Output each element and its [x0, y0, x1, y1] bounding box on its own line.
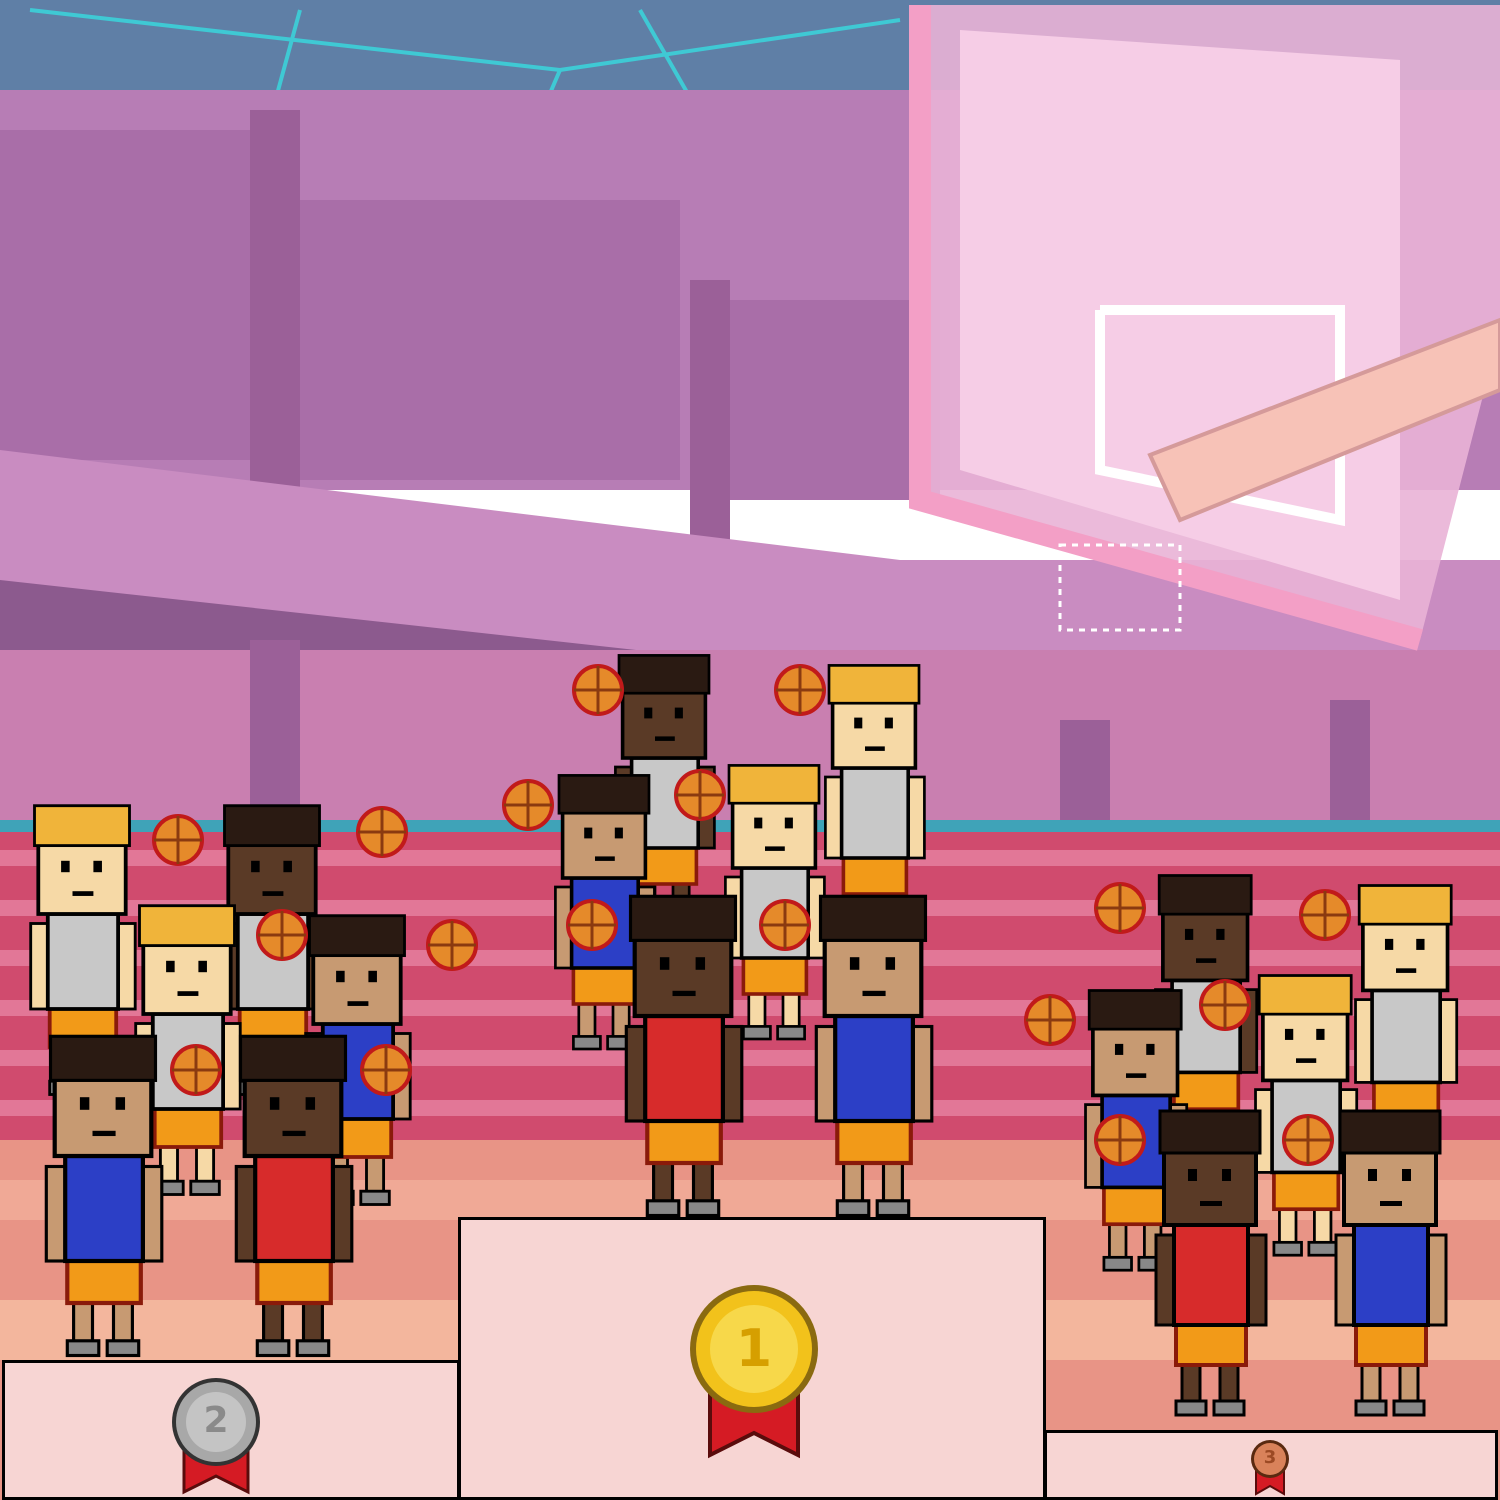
basketball-icon: [774, 664, 826, 716]
basketball-icon: [759, 899, 811, 951]
bronze-medal-icon: 3: [1250, 1440, 1290, 1496]
basketball-icon: [170, 1044, 222, 1096]
basketball-icon: [360, 1044, 412, 1096]
game-scene: 1 2 3: [0, 0, 1500, 1500]
second-team-player-front-1: [44, 1034, 164, 1358]
basketball-icon: [572, 664, 624, 716]
gold-medal-place: 1: [735, 1319, 773, 1379]
basketball-icon: [356, 806, 408, 858]
basketball-hoop: [909, 5, 1500, 651]
basketball-icon: [502, 779, 554, 831]
basketball-icon: [426, 919, 478, 971]
third-place-team: [1024, 874, 1459, 1417]
basketball-icon: [1094, 1114, 1146, 1166]
third-team-player-front-1: [1154, 1109, 1268, 1417]
second-team-player-front-2: [234, 1034, 354, 1358]
second-place-team: [29, 804, 478, 1358]
basketball-icon: [1282, 1114, 1334, 1166]
basketball-icon: [1299, 889, 1351, 941]
basketball-icon: [152, 814, 204, 866]
basketball-icon: [566, 899, 618, 951]
first-place-team: [502, 654, 934, 1218]
basketball-icon: [256, 909, 308, 961]
basketball-icon: [674, 769, 726, 821]
first-team-player-front-2: [814, 894, 934, 1218]
basketball-icon: [1199, 979, 1251, 1031]
third-team-player-front-2: [1334, 1109, 1448, 1417]
basketball-icon: [1094, 882, 1146, 934]
silver-medal-place: 2: [203, 1400, 229, 1441]
bronze-medal-place: 3: [1263, 1447, 1277, 1468]
first-team-player-front-1: [624, 894, 744, 1218]
gold-medal-icon: 1: [686, 1283, 822, 1463]
silver-medal-icon: 2: [170, 1378, 262, 1496]
basketball-icon: [1024, 994, 1076, 1046]
